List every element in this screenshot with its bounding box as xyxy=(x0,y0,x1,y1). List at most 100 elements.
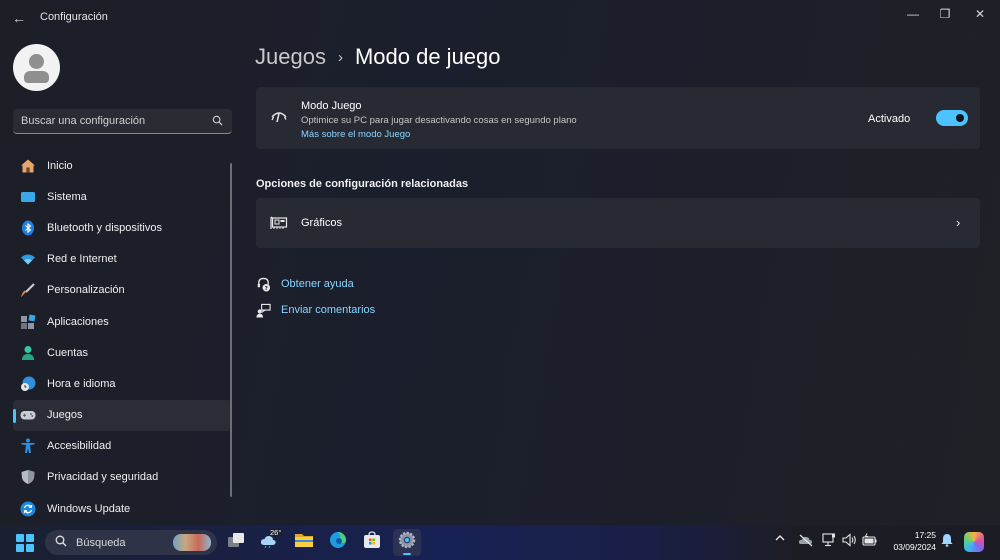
sidebar-item-red[interactable]: Red e Internet xyxy=(13,244,231,275)
sidebar-item-personalizacion[interactable]: Personalización xyxy=(13,275,231,306)
notifications-button[interactable] xyxy=(941,533,953,550)
get-help-link[interactable]: ? Obtener ayuda xyxy=(255,276,354,292)
graphics-label: Gráficos xyxy=(301,217,342,229)
speaker-icon xyxy=(842,533,858,550)
windows-logo-tile xyxy=(25,534,34,543)
clock-time: 17:25 xyxy=(914,530,936,540)
game-mode-description: Optimice su PC para jugar desactivando c… xyxy=(301,115,577,126)
sidebar-item-label: Bluetooth y dispositivos xyxy=(47,221,162,234)
breadcrumb-parent[interactable]: Juegos xyxy=(255,44,326,70)
graphics-settings-card[interactable]: Gráficos › xyxy=(256,198,980,248)
search-icon[interactable] xyxy=(212,115,224,127)
toggle-state-label: Activado xyxy=(868,113,911,125)
onedrive-paused-tray[interactable] xyxy=(798,533,814,550)
sidebar-item-label: Juegos xyxy=(47,409,83,422)
sidebar-item-label: Personalización xyxy=(47,284,125,297)
send-feedback-link[interactable]: Enviar comentarios xyxy=(255,302,375,318)
show-hidden-icons-button[interactable] xyxy=(775,533,785,545)
folder-icon xyxy=(294,532,314,553)
game-mode-learn-more-link[interactable]: Más sobre el modo Juego xyxy=(301,129,410,140)
sidebar-item-sistema[interactable]: Sistema xyxy=(13,181,231,212)
sidebar-item-inicio[interactable]: Inicio xyxy=(13,150,231,181)
sidebar-item-label: Privacidad y seguridad xyxy=(47,471,159,484)
svg-text:?: ? xyxy=(264,285,267,291)
battery-charging-icon xyxy=(862,533,878,550)
shield-icon xyxy=(20,469,36,485)
bell-icon xyxy=(941,534,953,550)
edge-browser-button[interactable] xyxy=(324,529,352,556)
account-icon xyxy=(20,345,36,361)
game-mode-icon xyxy=(270,109,288,130)
file-explorer-button[interactable] xyxy=(290,529,318,556)
sidebar-item-accesibilidad[interactable]: Accesibilidad xyxy=(13,431,231,462)
copilot-button[interactable] xyxy=(964,532,984,552)
gamepad-icon xyxy=(20,407,36,423)
sidebar-item-label: Aplicaciones xyxy=(47,315,109,328)
time-language-icon xyxy=(20,376,36,392)
chevron-right-icon: › xyxy=(956,215,961,230)
sidebar-item-label: Cuentas xyxy=(47,346,88,359)
related-settings-heading: Opciones de configuración relacionadas xyxy=(256,178,469,190)
sidebar-item-label: Hora e idioma xyxy=(47,377,116,390)
breadcrumb: Juegos › Modo de juego xyxy=(255,44,501,70)
taskbar-search[interactable]: Búsqueda xyxy=(45,530,217,555)
bluetooth-icon xyxy=(20,220,36,236)
sidebar-item-privacidad[interactable]: Privacidad y seguridad xyxy=(13,462,231,493)
close-icon: ✕ xyxy=(974,7,986,21)
taskbar-clock[interactable]: 17:25 03/09/2024 xyxy=(882,529,936,553)
close-button[interactable]: ✕ xyxy=(963,4,997,24)
taskbar: Búsqueda 26° 17:25 03/09/2024 xyxy=(0,525,1000,560)
back-button[interactable]: ← xyxy=(8,8,30,28)
sidebar-scrollbar[interactable] xyxy=(230,163,232,497)
game-mode-toggle[interactable] xyxy=(936,110,968,126)
sidebar-item-label: Windows Update xyxy=(47,502,131,515)
game-mode-card: Modo Juego Optimice su PC para jugar des… xyxy=(256,87,980,149)
store-icon xyxy=(363,531,381,554)
system-icon xyxy=(20,189,36,205)
windows-logo-tile xyxy=(16,543,25,552)
sidebar-item-cuentas[interactable]: Cuentas xyxy=(13,337,231,368)
settings-app-button[interactable] xyxy=(393,529,421,556)
search-input[interactable] xyxy=(21,115,212,127)
battery-tray[interactable] xyxy=(862,533,878,550)
taskbar-search-placeholder: Búsqueda xyxy=(76,536,126,549)
game-mode-title: Modo Juego xyxy=(301,100,362,112)
start-button[interactable] xyxy=(16,534,34,552)
sidebar-item-aplicaciones[interactable]: Aplicaciones xyxy=(13,306,231,337)
minimize-button[interactable]: — xyxy=(896,4,930,24)
settings-gear-icon xyxy=(398,531,416,554)
sidebar-item-windows-update[interactable]: Windows Update xyxy=(13,493,231,524)
microsoft-store-button[interactable] xyxy=(358,529,386,556)
toggle-knob xyxy=(956,114,964,122)
sidebar-item-hora[interactable]: Hora e idioma xyxy=(13,368,231,399)
sidebar-item-juegos[interactable]: Juegos xyxy=(13,399,231,431)
wifi-icon xyxy=(20,251,36,267)
apps-icon xyxy=(20,314,36,330)
volume-tray[interactable] xyxy=(842,533,858,550)
windows-logo-tile xyxy=(25,543,34,552)
brush-icon xyxy=(20,282,36,298)
task-view-button[interactable] xyxy=(222,529,250,556)
accessibility-icon xyxy=(20,438,36,454)
sidebar-nav: Inicio Sistema Bluetooth y dispositivos … xyxy=(13,150,231,524)
weather-temperature: 26° xyxy=(268,528,284,537)
sidebar-item-label: Inicio xyxy=(47,159,73,172)
sidebar-item-bluetooth[interactable]: Bluetooth y dispositivos xyxy=(13,212,231,243)
home-icon xyxy=(20,158,36,174)
feedback-icon xyxy=(255,302,271,318)
get-help-label: Obtener ayuda xyxy=(281,278,354,290)
page-title: Modo de juego xyxy=(354,44,501,69)
sidebar-item-label: Accesibilidad xyxy=(47,440,112,453)
help-icon: ? xyxy=(255,276,271,292)
settings-search xyxy=(13,109,232,134)
sidebar-item-label: Red e Internet xyxy=(47,253,117,266)
search-highlight-image xyxy=(173,534,211,551)
send-feedback-label: Enviar comentarios xyxy=(281,304,376,316)
windows-logo-tile xyxy=(16,534,25,543)
avatar[interactable] xyxy=(13,44,60,91)
minimize-icon: — xyxy=(907,7,919,21)
avatar-body xyxy=(24,71,49,83)
maximize-button[interactable]: ❐ xyxy=(928,4,962,24)
breadcrumb-chevron-icon: › xyxy=(337,48,343,66)
network-tray[interactable] xyxy=(822,533,836,550)
